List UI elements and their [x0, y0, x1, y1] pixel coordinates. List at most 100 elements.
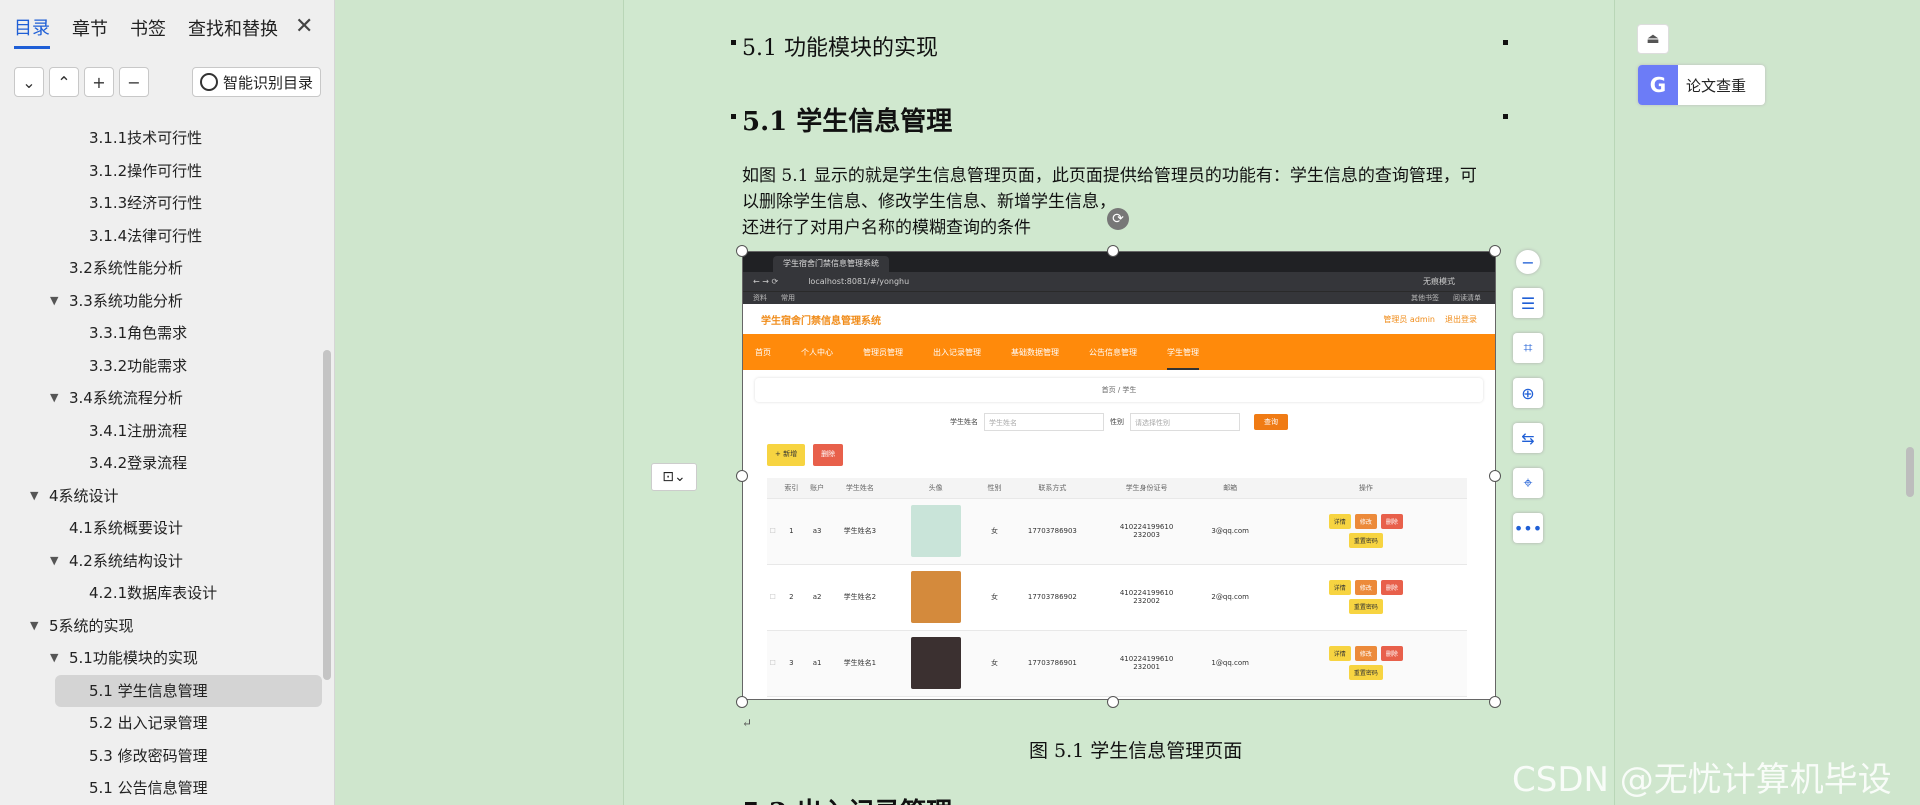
replace-image-icon[interactable]: ⇆ — [1513, 423, 1543, 453]
gender-cell: 女 — [981, 498, 1008, 565]
layout-icon[interactable]: ☰ — [1513, 288, 1543, 318]
resize-handle[interactable] — [736, 696, 748, 708]
collapse-panel-icon[interactable]: ⏏ — [1637, 24, 1669, 54]
crop-icon[interactable]: ⌗ — [1513, 333, 1543, 363]
more-icon[interactable]: ••• — [1513, 513, 1543, 543]
smart-toc-button[interactable]: 智能识别目录 — [192, 67, 321, 97]
close-icon[interactable]: ✕ — [295, 14, 313, 39]
account-cell: a2 — [804, 564, 831, 631]
expand-arrow-icon[interactable]: ▼ — [30, 480, 38, 513]
tab-bookmarks[interactable]: 书签 — [130, 15, 166, 47]
toc-item[interactable]: 5.3 修改密码管理 — [0, 740, 322, 773]
avatar — [910, 637, 961, 689]
collapse-up-icon[interactable]: ⌃ — [49, 67, 79, 97]
reset-password-button: 重置密码 — [1348, 533, 1383, 548]
embedded-screenshot[interactable]: 学生宿舍门禁信息管理系统 ← → ⟳ localhost:8081/#/yong… — [742, 251, 1496, 700]
resize-handle[interactable] — [1489, 696, 1501, 708]
toc-item-label: 4.2.1数据库表设计 — [89, 584, 218, 602]
resize-handle[interactable] — [736, 470, 748, 482]
phone-cell: 17703786902 — [1007, 564, 1098, 631]
add-icon[interactable]: + — [84, 67, 114, 97]
id-cell: 410224199610 232003 — [1097, 498, 1196, 565]
search-button: 查询 — [1254, 414, 1288, 430]
toc-item-label: 3.2系统性能分析 — [69, 259, 183, 277]
reset-password-button: 重置密码 — [1348, 599, 1383, 614]
toc-item[interactable]: 3.1.3经济可行性 — [0, 187, 322, 220]
toc-item[interactable]: 3.3.2功能需求 — [0, 350, 322, 383]
expand-arrow-icon[interactable]: ▼ — [50, 642, 58, 675]
column-header: 账户 — [804, 478, 831, 499]
expand-arrow-icon[interactable]: ▼ — [50, 545, 58, 578]
delete-button: 删除 — [813, 444, 844, 466]
expand-arrow-icon[interactable]: ▼ — [30, 610, 38, 643]
column-header: 邮箱 — [1195, 478, 1265, 499]
expand-arrow-icon[interactable]: ▼ — [50, 285, 58, 318]
scan-icon[interactable]: ⌖ — [1513, 468, 1543, 498]
table-header-row: 索引 账户 学生姓名 头像 性别 联系方式 学生身份证号 邮箱 操作 — [767, 478, 1467, 499]
toc-item-label: 3.4.2登录流程 — [89, 454, 188, 472]
tab-toc[interactable]: 目录 — [14, 14, 50, 49]
resize-handle[interactable] — [1107, 696, 1119, 708]
tab-chapters[interactable]: 章节 — [72, 15, 108, 47]
resize-handle[interactable] — [1489, 245, 1501, 257]
browser-tabbar: 学生宿舍门禁信息管理系统 — [743, 252, 1495, 272]
table-row: ☐ 2 a2 学生姓名2 女 17703786902 410224199610 232002 2… — [767, 564, 1467, 631]
toc-item[interactable]: 5.2 出入记录管理 — [0, 707, 322, 740]
toc-item[interactable]: 3.2系统性能分析 — [0, 252, 322, 285]
toc-item[interactable]: 3.1.4法律可行性 — [0, 220, 322, 253]
toc-item-label: 3.4系统流程分析 — [69, 389, 183, 407]
id-line: 232001 — [1133, 663, 1160, 671]
toc-item[interactable]: ▼ 3.4系统流程分析 — [0, 382, 322, 415]
body-paragraph[interactable]: 如图 5.1 显示的就是学生信息管理页面，此页面提供给管理员的功能有：学生信息的… — [742, 163, 1522, 241]
resize-handle[interactable] — [736, 245, 748, 257]
toc-item[interactable]: ▼ 4系统设计 — [0, 480, 322, 513]
toc-item[interactable]: 3.4.1注册流程 — [0, 415, 322, 448]
expand-arrow-icon[interactable]: ▼ — [50, 382, 58, 415]
toc-item[interactable]: ▼ 4.2系统结构设计 — [0, 545, 322, 578]
toc-item[interactable]: 4.1系统概要设计 — [0, 512, 322, 545]
paragraph-line: 如图 5.1 显示的就是学生信息管理页面，此页面提供给管理员的功能有：学生信息的… — [742, 166, 1477, 186]
nav-scrollbar[interactable] — [323, 350, 331, 680]
expand-down-icon[interactable]: ⌄ — [14, 67, 44, 97]
document-page[interactable]: 5.1 功能模块的实现 5.1 学生信息管理 如图 5.1 显示的就是学生信息管… — [623, 0, 1615, 805]
resize-handle[interactable] — [1107, 245, 1119, 257]
toc-item-label: 3.4.1注册流程 — [89, 421, 188, 440]
id-line: 232002 — [1133, 597, 1160, 605]
column-header: 头像 — [889, 478, 982, 499]
bookmark: 常用 — [781, 294, 795, 302]
remove-icon[interactable]: − — [119, 67, 149, 97]
text-wrap-icon[interactable]: ⊡⌄ — [651, 463, 697, 491]
zoom-out-icon[interactable]: − — [1516, 250, 1540, 274]
toc-item[interactable]: ▼ 5.1功能模块的实现 — [0, 642, 322, 675]
search-row: 学生姓名 学生姓名 性别 请选择性别 查询 — [743, 410, 1495, 434]
account-cell: a1 — [804, 630, 831, 697]
toc-item[interactable]: 4.2.1数据库表设计 — [0, 577, 322, 610]
rotate-handle-icon[interactable]: ⟳ — [1107, 208, 1129, 230]
toc-item[interactable]: 3.3.1角色需求 — [0, 317, 322, 350]
document-scrollbar[interactable] — [1906, 447, 1914, 497]
toc-item[interactable]: 3.1.1技术可行性 — [0, 122, 322, 155]
toc-item[interactable]: 5.1 学生信息管理 — [55, 674, 322, 707]
toc-item[interactable]: 3.1.2操作可行性 — [0, 155, 322, 188]
avatar-cell — [889, 498, 982, 565]
toc-item[interactable]: 3.4.2登录流程 — [0, 447, 322, 480]
app-user: 管理员 admin — [1383, 314, 1435, 324]
toc-item[interactable]: ▼ 3.3系统功能分析 — [0, 285, 322, 318]
toc-item[interactable]: 5.1 公告信息管理 — [0, 772, 322, 805]
toc-item-label: 3.1.1技术可行性 — [89, 129, 203, 147]
toc-item[interactable]: ▼ 5系统的实现 — [0, 610, 322, 643]
detail-button: 详情 — [1328, 580, 1351, 595]
paper-check-button[interactable]: G 论文查重 — [1638, 65, 1765, 105]
toc-item-label: 3.3.1角色需求 — [89, 324, 188, 342]
zoom-in-icon[interactable]: ⊕ — [1513, 378, 1543, 408]
resize-handle[interactable] — [1489, 470, 1501, 482]
toc-item-label: 3.3系统功能分析 — [69, 291, 183, 310]
tab-find-replace[interactable]: 查找和替换 — [188, 15, 278, 47]
menu-item: 出入记录管理 — [933, 347, 981, 357]
id-line: 232003 — [1133, 531, 1160, 539]
id-line: 410224199610 — [1119, 523, 1174, 531]
toc-item-label: 5.2 出入记录管理 — [89, 714, 208, 732]
format-mark — [731, 114, 736, 119]
gender-label: 性别 — [1110, 418, 1124, 426]
paragraph-line: 以删除学生信息、修改学生信息、新增学生信息， — [742, 192, 1116, 212]
